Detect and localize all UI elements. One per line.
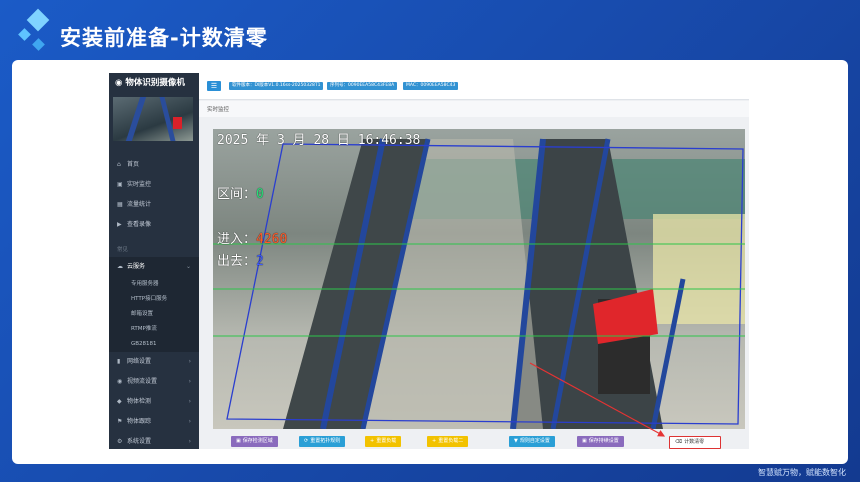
mac-badge: MAC：0090EEA58C43 (403, 82, 459, 90)
chevron-right-icon: › (188, 378, 191, 385)
home-icon: ⌂ (117, 161, 121, 168)
chevron-right-icon: › (188, 398, 191, 405)
chevron-right-icon: › (188, 358, 191, 365)
reset-load-two-button[interactable]: + 重置负载二 (427, 436, 469, 447)
breadcrumb: 实时监控 ⌃ × (199, 101, 749, 117)
sidebar-item-live-monitor[interactable]: ▣ 实时监控 (109, 175, 199, 195)
app-window: ◉ 物体识别摄像机 ⌂ 首页 ▣ 实时监控 ▦ 流量统计 ▶ 查看录像 常见 ☁ 云服务 ⌄… (109, 73, 749, 449)
save-icon: ▣ (236, 438, 241, 444)
sidebar-nav: ⌂ 首页 ▣ 实时监控 ▦ 流量统计 ▶ 查看录像 常见 ☁ 云服务 ⌄ 专用服务器 HTT… (109, 155, 199, 449)
sidebar-group-label: 常见 (117, 247, 129, 253)
save-settings-button[interactable]: ▣ 保存持续设置 (577, 436, 624, 447)
sidebar-item-video-stream[interactable]: ◉ 视频流设置 › (109, 372, 199, 392)
flag-icon: ⚑ (117, 418, 123, 425)
in-count: 进入：4260 (217, 232, 288, 247)
chevron-right-icon: › (188, 438, 191, 445)
zone-count: 区间：0 (217, 187, 264, 202)
chevron-right-icon: › (188, 418, 191, 425)
sidebar-subitem-rtmp[interactable]: RTMP推流 (109, 322, 199, 337)
sidebar-subitem-http-api[interactable]: HTTP接口服务 (109, 292, 199, 307)
menu-toggle-button[interactable]: ☰ (207, 81, 221, 91)
hamburger-icon: ☰ (210, 82, 218, 90)
slide-footer: 智慧赋万物，赋能数智化 (758, 468, 846, 477)
sidebar-item-recordings[interactable]: ▶ 查看录像 (109, 215, 199, 235)
cloud-icon: ☁ (117, 263, 123, 270)
brand-title: 物体识别摄像机 (125, 78, 185, 88)
refresh-icon: ⟳ (304, 438, 309, 444)
sidebar-item-object-detection[interactable]: ◆ 物体检测 › (109, 392, 199, 412)
calendar-icon: ▦ (117, 201, 123, 208)
serial-badge: 序列号：0090EEA58C43FE8A (327, 82, 398, 90)
plus-icon: + (370, 438, 375, 444)
save-detection-area-button[interactable]: ▣ 保存检测区域 (231, 436, 278, 447)
sidebar-item-traffic-stats[interactable]: ▦ 流量统计 (109, 195, 199, 215)
video-scene (213, 138, 745, 429)
sidebar-item-system[interactable]: ⚙ 系统设置 › (109, 432, 199, 449)
camera-icon: ◉ (115, 78, 123, 88)
signal-icon: ▮ (117, 358, 121, 365)
video-timestamp: 2025 年 3 月 28 日 16:46:38 (217, 133, 421, 148)
filter-icon: ▼ (514, 438, 518, 444)
reset-load-button[interactable]: + 重置负载 (365, 436, 402, 447)
monitor-icon: ▣ (117, 181, 123, 188)
sidebar-subitem-dedicated-server[interactable]: 专用服务器 (109, 277, 199, 292)
version-badge: 软件版本：Dl版本V1.0.16ss-20250328T1 (229, 82, 324, 90)
live-video-feed[interactable]: 2025 年 3 月 28 日 16:46:38 区间：0 进入：4260 出去… (213, 129, 745, 429)
shield-icon: ◆ (117, 398, 122, 405)
sidebar-subitem-email[interactable]: 邮箱设置 (109, 307, 199, 322)
rule-custom-settings-button[interactable]: ▼ 规则自定设置 (509, 436, 555, 447)
out-count: 出去：2 (217, 254, 264, 269)
sidebar-item-cloud-service[interactable]: ☁ 云服务 ⌄ (109, 257, 199, 277)
slide-title: 安装前准备-计数清零 (60, 26, 268, 50)
zone-count-value: 0 (256, 187, 264, 202)
sidebar-item-home[interactable]: ⌂ 首页 (109, 155, 199, 175)
reset-count-button[interactable]: ⌫ 计数清零 (669, 436, 721, 449)
brand: ◉ 物体识别摄像机 (109, 73, 199, 93)
top-bar: ☰ 软件版本：Dl版本V1.0.16ss-20250328T1 序列号：0090… (199, 73, 749, 100)
trash-icon: ⌫ (675, 439, 683, 445)
chevron-down-icon: ⌄ (185, 263, 191, 270)
action-buttons: ▣ 保存检测区域 ⟳ 重置拓扑规则 + 重置负载 + 重置负载二 ▼ 规则自定设置 ▣ 保存… (213, 436, 745, 449)
in-count-value: 4260 (256, 232, 288, 247)
camera-icon: ◉ (117, 378, 123, 385)
gear-icon: ⚙ (117, 438, 123, 445)
sidebar-item-object-tracking[interactable]: ⚑ 物体跟踪 › (109, 412, 199, 432)
out-count-value: 2 (256, 254, 264, 269)
save-icon: ▣ (582, 438, 587, 444)
camera-thumbnail (113, 97, 193, 141)
video-icon: ▶ (117, 221, 122, 228)
sidebar-subitem-gb28181[interactable]: GB28181 (109, 337, 199, 352)
reset-topology-button[interactable]: ⟳ 重置拓扑规则 (299, 436, 346, 447)
plus-icon: + (432, 438, 437, 444)
sidebar-item-network[interactable]: ▮ 网络设置 › (109, 352, 199, 372)
page-title: 实时监控 (207, 107, 230, 113)
sidebar: ◉ 物体识别摄像机 ⌂ 首页 ▣ 实时监控 ▦ 流量统计 ▶ 查看录像 常见 ☁ 云服务 ⌄… (109, 73, 199, 449)
